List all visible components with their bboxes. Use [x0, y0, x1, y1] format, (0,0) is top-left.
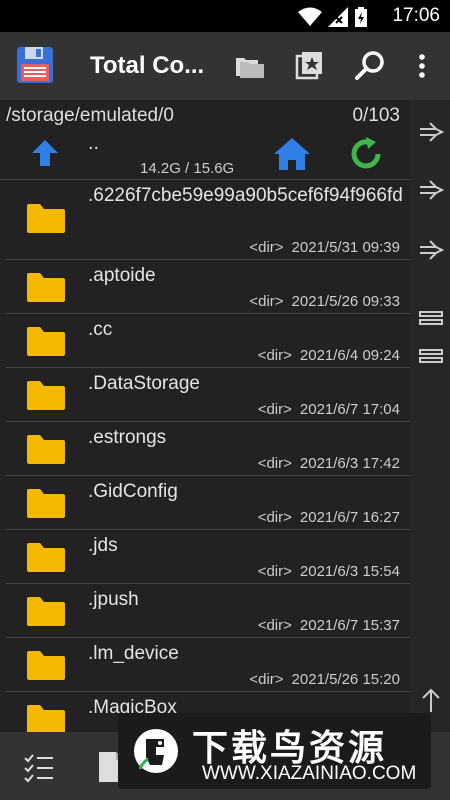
folder-icon — [27, 273, 65, 302]
file-name: .cc — [88, 319, 113, 340]
file-type: <dir> — [257, 401, 292, 418]
current-path[interactable]: /storage/emulated/0 — [6, 105, 174, 127]
file-time: 15:20 — [362, 671, 400, 688]
file-row[interactable]: .6226f7cbe59e99a90b5cef6f94f966fd <dir> 20… — [6, 180, 410, 260]
file-meta: <dir> 2021/6/4 09:24 — [258, 347, 400, 364]
file-row[interactable]: .DataStorage <dir> 2021/6/7 17:04 — [6, 368, 410, 422]
folder-icon — [27, 381, 65, 410]
search-icon[interactable] — [354, 50, 386, 82]
folder-icon — [27, 597, 65, 626]
file-date: 2021/5/31 — [291, 239, 359, 256]
folder-icon — [27, 204, 65, 233]
file-time: 17:42 — [362, 455, 400, 472]
selection-count: 0/103 — [352, 105, 400, 126]
file-row[interactable]: .cc <dir> 2021/6/4 09:24 — [6, 314, 410, 368]
equal-compare-icon[interactable] — [418, 306, 444, 330]
file-type: <dir> — [249, 239, 284, 256]
file-meta: <dir> 2021/5/26 15:20 — [249, 671, 400, 688]
watermark-url: WWW.XIAZAINIAO.COM — [202, 763, 417, 784]
parent-dir-label: .. — [88, 132, 100, 154]
file-type: <dir> — [257, 347, 292, 364]
file-name: .lm_device — [88, 643, 179, 664]
bookmark-star-icon[interactable] — [294, 50, 326, 82]
app-title: Total Co... — [90, 52, 205, 79]
file-time: 15:54 — [362, 563, 400, 580]
file-type: <dir> — [257, 455, 292, 472]
file-type: <dir> — [257, 617, 292, 634]
file-name: .jds — [88, 535, 118, 556]
file-row[interactable]: .jpush <dir> 2021/6/7 15:37 — [6, 584, 410, 638]
app-bar: Total Co... — [0, 32, 450, 100]
parent-directory-row[interactable]: .. 14.2G / 15.6G — [0, 130, 410, 180]
file-name: .aptoide — [88, 265, 156, 286]
refresh-icon[interactable] — [348, 136, 384, 172]
file-meta: <dir> 2021/6/3 17:42 — [258, 455, 400, 472]
folders-icon[interactable] — [234, 50, 266, 82]
status-icons — [298, 6, 368, 28]
folder-icon — [27, 705, 65, 734]
signal-off-icon — [328, 7, 348, 27]
home-icon[interactable] — [272, 136, 312, 172]
bird-logo-icon — [134, 729, 178, 773]
file-date: 2021/6/3 — [299, 563, 359, 580]
file-name: .jpush — [88, 589, 139, 610]
file-row[interactable]: .jds <dir> 2021/6/3 15:54 — [6, 530, 410, 584]
folder-icon — [27, 435, 65, 464]
file-date: 2021/6/7 — [299, 617, 359, 634]
file-date: 2021/5/26 — [291, 293, 359, 310]
equal-sync-icon[interactable] — [418, 344, 444, 368]
file-name: .6226f7cbe59e99a90b5cef6f94f966fd — [88, 185, 403, 206]
up-arrow-icon[interactable] — [30, 138, 60, 168]
folder-icon — [27, 327, 65, 356]
file-date: 2021/6/7 — [299, 401, 359, 418]
status-time: 17:06 — [392, 5, 440, 26]
battery-charging-icon — [355, 7, 367, 27]
checklist-icon[interactable] — [22, 750, 56, 784]
folder-icon — [27, 651, 65, 680]
path-bar[interactable]: /storage/emulated/0 0/103 — [0, 100, 410, 130]
file-row[interactable]: .GidConfig <dir> 2021/6/7 16:27 — [6, 476, 410, 530]
file-name: .GidConfig — [88, 481, 178, 502]
file-date: 2021/5/26 — [291, 671, 359, 688]
storage-space: 14.2G / 15.6G — [140, 160, 235, 177]
watermark-overlay: 下载鸟资源 WWW.XIAZAINIAO.COM — [118, 713, 431, 789]
file-type: <dir> — [257, 509, 292, 526]
file-date: 2021/6/3 — [299, 455, 359, 472]
move-arrow-icon[interactable] — [418, 178, 444, 202]
file-meta: <dir> 2021/5/31 09:39 — [249, 239, 400, 256]
file-list: .6226f7cbe59e99a90b5cef6f94f966fd <dir> 20… — [0, 180, 410, 746]
file-meta: <dir> 2021/5/26 09:33 — [249, 293, 400, 310]
scroll-up-arrow-icon[interactable] — [418, 688, 444, 712]
status-bar: 17:06 — [0, 0, 450, 32]
file-name: .estrongs — [88, 427, 167, 448]
file-type: <dir> — [249, 293, 284, 310]
file-type: <dir> — [257, 563, 292, 580]
file-time: 09:24 — [362, 347, 400, 364]
file-time: 17:04 — [362, 401, 400, 418]
copy-arrow-icon[interactable] — [418, 120, 444, 144]
file-meta: <dir> 2021/6/3 15:54 — [258, 563, 400, 580]
save-floppy-icon[interactable] — [16, 46, 54, 84]
folder-icon — [27, 489, 65, 518]
wifi-icon — [298, 7, 322, 26]
file-row[interactable]: .lm_device <dir> 2021/5/26 15:20 — [6, 638, 410, 692]
file-date: 2021/6/4 — [299, 347, 359, 364]
file-name: .DataStorage — [88, 373, 200, 394]
file-time: 15:37 — [362, 617, 400, 634]
more-vertical-icon[interactable] — [410, 50, 434, 82]
pack-arrow-icon[interactable] — [418, 238, 444, 262]
file-meta: <dir> 2021/6/7 17:04 — [258, 401, 400, 418]
file-time: 09:33 — [362, 293, 400, 310]
file-row[interactable]: .aptoide <dir> 2021/5/26 09:33 — [6, 260, 410, 314]
file-time: 09:39 — [362, 239, 400, 256]
file-time: 16:27 — [362, 509, 400, 526]
side-toolbar — [410, 100, 450, 740]
folder-icon — [27, 543, 65, 572]
file-date: 2021/6/7 — [299, 509, 359, 526]
file-row[interactable]: .estrongs <dir> 2021/6/3 17:42 — [6, 422, 410, 476]
file-meta: <dir> 2021/6/7 16:27 — [258, 509, 400, 526]
file-meta: <dir> 2021/6/7 15:37 — [258, 617, 400, 634]
file-type: <dir> — [249, 671, 284, 688]
